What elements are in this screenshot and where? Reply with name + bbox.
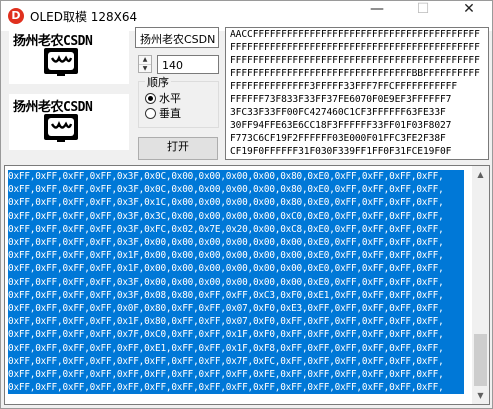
text-input[interactable]: 扬州老农CSDN xyxy=(135,27,219,48)
spin-down-icon[interactable]: ▼ xyxy=(139,64,151,73)
order-group-label: 顺序 xyxy=(145,74,171,90)
output-line: 0xFF,0xFF,0xFF,0xFF,0x1F,0x80,0xFF,0xFF,… xyxy=(8,315,464,329)
app-icon: D xyxy=(8,8,24,24)
hex-line: F773C6CF19F2FFFFFF03E000F01FFC3FE2F38F xyxy=(230,133,446,144)
output-line: 0xFF,0xFF,0xFF,0xFF,0x7F,0xC0,0xFF,0xFF,… xyxy=(8,328,464,342)
hex-line: FFFFFFFFFFFFFFFFFFFFFFFFFFFFFFFFFFFFFFFF… xyxy=(230,55,480,66)
app-window: D OLED取模 128X64 — ☐ ✕ 扬州老农CSDN 扬州老农CSDN … xyxy=(0,0,493,409)
hex-line: FFFFFF73F833F33FF37FE6070F0E9EF3FFFFFF7 xyxy=(230,94,452,105)
output-line: 0xFF,0xFF,0xFF,0xFF,0x3F,0x3C,0x00,0x00,… xyxy=(8,209,464,223)
output-line: 0xFF,0xFF,0xFF,0xFF,0x3F,0x00,0x00,0x00,… xyxy=(8,236,464,250)
output-line: 0xFF,0xFF,0xFF,0xFF,0x3F,0x0C,0x00,0x00,… xyxy=(8,170,464,184)
hex-line: 3FC33F33FF00FC427460C1CF3FFFFFF63FE33F xyxy=(230,107,446,118)
preview-image-bottom: 扬州老农CSDN xyxy=(9,94,129,150)
radio-horizontal[interactable]: 水平 xyxy=(145,90,181,106)
output-line: 0xFF,0xFF,0xFF,0xFF,0x3F,0x08,0x80,0xFF,… xyxy=(8,288,464,303)
preview-image-top: 扬州老农CSDN xyxy=(9,28,129,84)
hex-line: AACCFFFFFFFFFFFFFFFFFFFFFFFFFFFFFFFFFFFF… xyxy=(230,29,480,40)
output-selection: 0xFF,0xFF,0xFF,0xFF,0x3F,0x0C,0x00,0x00,… xyxy=(8,170,464,395)
seal-emblem-icon xyxy=(44,114,78,142)
output-line: 0xFF,0xFF,0xFF,0xFF,0x3F,0x0C,0x00,0x00,… xyxy=(8,183,464,197)
order-group: 顺序 水平 垂直 xyxy=(138,74,219,128)
radio-unselected-icon[interactable] xyxy=(145,108,156,119)
hex-line: FFFFFFFFFFFFFF3FFFFF33FFF7FFCFFFFFFFFFFF xyxy=(230,81,458,92)
hex-line: 30FF94FFE63E6CC18F3FFFFFF33FF01F03F8027 xyxy=(230,120,452,131)
output-line: 0xFF,0xFF,0xFF,0xFF,0x3F,0x00,0x00,0x00,… xyxy=(8,275,464,289)
size-input[interactable]: 140 xyxy=(157,55,219,74)
output-line: 0xFF,0xFF,0xFF,0xFF,0x1F,0x00,0x00,0x00,… xyxy=(8,249,464,263)
size-spinner[interactable]: ▲ ▼ xyxy=(138,55,152,73)
spin-up-icon[interactable]: ▲ xyxy=(139,56,151,64)
output-textarea[interactable]: 0xFF,0xFF,0xFF,0xFF,0x3F,0x0C,0x00,0x00,… xyxy=(4,165,490,405)
output-line: 0xFF,0xFF,0xFF,0xFF,0xFF,0xFF,0xFF,0xFF,… xyxy=(8,354,464,369)
scroll-down-icon[interactable]: ▼ xyxy=(472,387,489,404)
output-line: 0xFF,0xFF,0xFF,0xFF,0x1F,0x00,0x00,0x00,… xyxy=(8,262,464,276)
scroll-up-icon[interactable]: ▲ xyxy=(472,166,489,183)
radio-horizontal-label: 水平 xyxy=(159,92,181,105)
scrollbar-thumb[interactable] xyxy=(474,334,487,386)
window-title: OLED取模 128X64 xyxy=(30,10,138,24)
output-line: 0xFF,0xFF,0xFF,0xFF,0xFF,0xFF,0xFF,0xFF,… xyxy=(8,368,464,382)
output-line: 0xFF,0xFF,0xFF,0xFF,0x3F,0xFC,0x02,0x7E,… xyxy=(8,222,464,237)
vertical-scrollbar[interactable]: ▲ ▼ xyxy=(472,166,489,404)
seal-emblem-icon xyxy=(44,48,78,76)
radio-selected-icon[interactable] xyxy=(145,93,156,104)
output-line: 0xFF,0xFF,0xFF,0xFF,0xFF,0xFF,0xFF,0xFF,… xyxy=(8,381,464,395)
hex-line: FFFFFFFFFFFFFFFFFFFFFFFFFFFFFFFFFFFFFFFF… xyxy=(230,42,480,53)
output-line: 0xFF,0xFF,0xFF,0xFF,0xFF,0xE1,0xFF,0xFF,… xyxy=(8,341,464,355)
output-line: 0xFF,0xFF,0xFF,0xFF,0x3F,0x1C,0x00,0x00,… xyxy=(8,196,464,210)
hex-preview-box[interactable]: AACCFFFFFFFFFFFFFFFFFFFFFFFFFFFFFFFFFFFF… xyxy=(225,27,489,160)
hex-line: CF19F0FFFFFF31F030F339FF1FF0F31FCE19F0F xyxy=(230,146,452,157)
radio-vertical-label: 垂直 xyxy=(159,107,181,120)
open-button[interactable]: 打开 xyxy=(138,137,218,160)
radio-vertical[interactable]: 垂直 xyxy=(145,105,181,121)
output-line: 0xFF,0xFF,0xFF,0xFF,0x0F,0x80,0xFF,0xFF,… xyxy=(8,302,464,316)
hex-line: FFFFFFFFFFFFFFFFFFFFFFFFFFFFFFFFBBFFFFFF… xyxy=(230,68,480,79)
